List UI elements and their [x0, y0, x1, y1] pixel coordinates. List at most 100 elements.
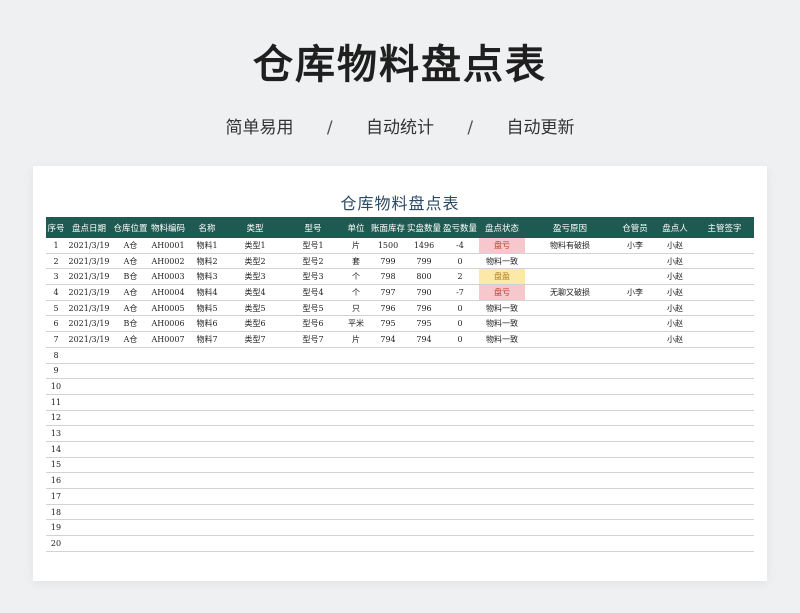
table-cell [525, 425, 615, 442]
table-cell [149, 410, 187, 427]
table-cell [615, 472, 655, 489]
table-cell: 套 [343, 253, 369, 270]
column-header: 盘点人 [655, 217, 695, 238]
table-cell [112, 394, 149, 411]
table-cell: 小赵 [655, 300, 695, 317]
table-cell: 19 [46, 519, 66, 537]
table-cell: 15 [46, 457, 66, 474]
table-cell [187, 519, 227, 537]
table-cell [615, 363, 655, 380]
column-header: 序号 [46, 217, 66, 238]
table-cell [227, 410, 283, 427]
table-cell [479, 394, 525, 411]
table-row: 16 [46, 472, 754, 489]
table-cell: 小赵 [655, 238, 695, 254]
table-cell [283, 378, 343, 395]
table-cell: 类型2 [227, 253, 283, 270]
column-header: 仓库位置 [112, 217, 149, 238]
table-cell: AH0003 [149, 268, 187, 286]
table-cell [112, 425, 149, 442]
table-cell: A仓 [112, 331, 149, 348]
table-cell: -7 [441, 284, 479, 301]
table-cell [369, 347, 407, 364]
table-row: 5 2021/3/19 A仓 AH0005 物料5 类型5 型号5 只 796 796 0 物料一致小… [46, 300, 754, 317]
table-cell: 物料一致 [479, 331, 525, 348]
table-cell [227, 472, 283, 489]
table-cell [283, 519, 343, 537]
table-cell: 2021/3/19 [66, 268, 112, 286]
table-cell [441, 394, 479, 411]
table-cell: 2 [46, 253, 66, 270]
table-cell: 800 [407, 268, 441, 286]
table-cell: 型号2 [283, 253, 343, 270]
table-cell [441, 504, 479, 521]
table-cell [525, 268, 615, 286]
table-cell [615, 331, 655, 348]
table-cell [283, 441, 343, 458]
table-cell: 2021/3/19 [66, 284, 112, 301]
table-cell [66, 519, 112, 537]
table-cell: AH0001 [149, 238, 187, 254]
table-cell: 2021/3/19 [66, 331, 112, 348]
table-cell [149, 535, 187, 552]
table-cell: 790 [407, 284, 441, 301]
separator: / [326, 118, 333, 138]
table-cell [66, 394, 112, 411]
table-cell: 1496 [407, 238, 441, 254]
table-cell [695, 410, 754, 427]
table-cell [187, 410, 227, 427]
table-cell [695, 535, 754, 552]
table-cell [227, 378, 283, 395]
table-cell [695, 253, 754, 270]
table-cell: 物料2 [187, 253, 227, 270]
feature-easy: 简单易用 [225, 118, 294, 138]
table-cell: 11 [46, 394, 66, 411]
table-cell [525, 457, 615, 474]
table-cell [407, 378, 441, 395]
table-cell [227, 425, 283, 442]
table-cell [655, 472, 695, 489]
table-cell [695, 504, 754, 521]
table-cell [227, 347, 283, 364]
table-cell [187, 457, 227, 474]
table-cell [655, 425, 695, 442]
table-cell [369, 488, 407, 505]
table-cell [655, 504, 695, 521]
table-cell [343, 347, 369, 364]
table-cell [441, 519, 479, 537]
table-cell: 4 [46, 284, 66, 301]
table-cell [283, 488, 343, 505]
table-cell: 无聊又破损 [525, 284, 615, 301]
table-cell [655, 441, 695, 458]
column-header: 物料编码 [149, 217, 187, 238]
table-cell [441, 441, 479, 458]
table-cell [343, 535, 369, 552]
table-cell [615, 253, 655, 270]
table-cell: A仓 [112, 300, 149, 317]
table-cell [369, 363, 407, 380]
table-cell: 2021/3/19 [66, 238, 112, 254]
table-cell: 0 [441, 300, 479, 317]
table-cell: A仓 [112, 253, 149, 270]
table-cell [66, 472, 112, 489]
table-cell [615, 378, 655, 395]
table-cell [479, 488, 525, 505]
table-cell: 型号7 [283, 331, 343, 348]
table-cell [441, 488, 479, 505]
table-cell: AH0006 [149, 315, 187, 333]
table-cell [112, 488, 149, 505]
column-header: 类型 [227, 217, 283, 238]
table-cell [112, 363, 149, 380]
page-title: 仓库物料盘点表 [253, 42, 547, 88]
table-cell [66, 504, 112, 521]
table-cell: 2021/3/19 [66, 300, 112, 317]
table-cell [655, 394, 695, 411]
table-cell [479, 519, 525, 537]
table-cell [149, 504, 187, 521]
table-cell [343, 472, 369, 489]
table-cell [615, 441, 655, 458]
table-cell [525, 315, 615, 333]
table-row: 6 2021/3/19 B仓 AH0006 物料6 类型6 型号6 平米 795 795 0 物料一致… [46, 315, 754, 333]
table-cell [655, 410, 695, 427]
table-cell [369, 425, 407, 442]
